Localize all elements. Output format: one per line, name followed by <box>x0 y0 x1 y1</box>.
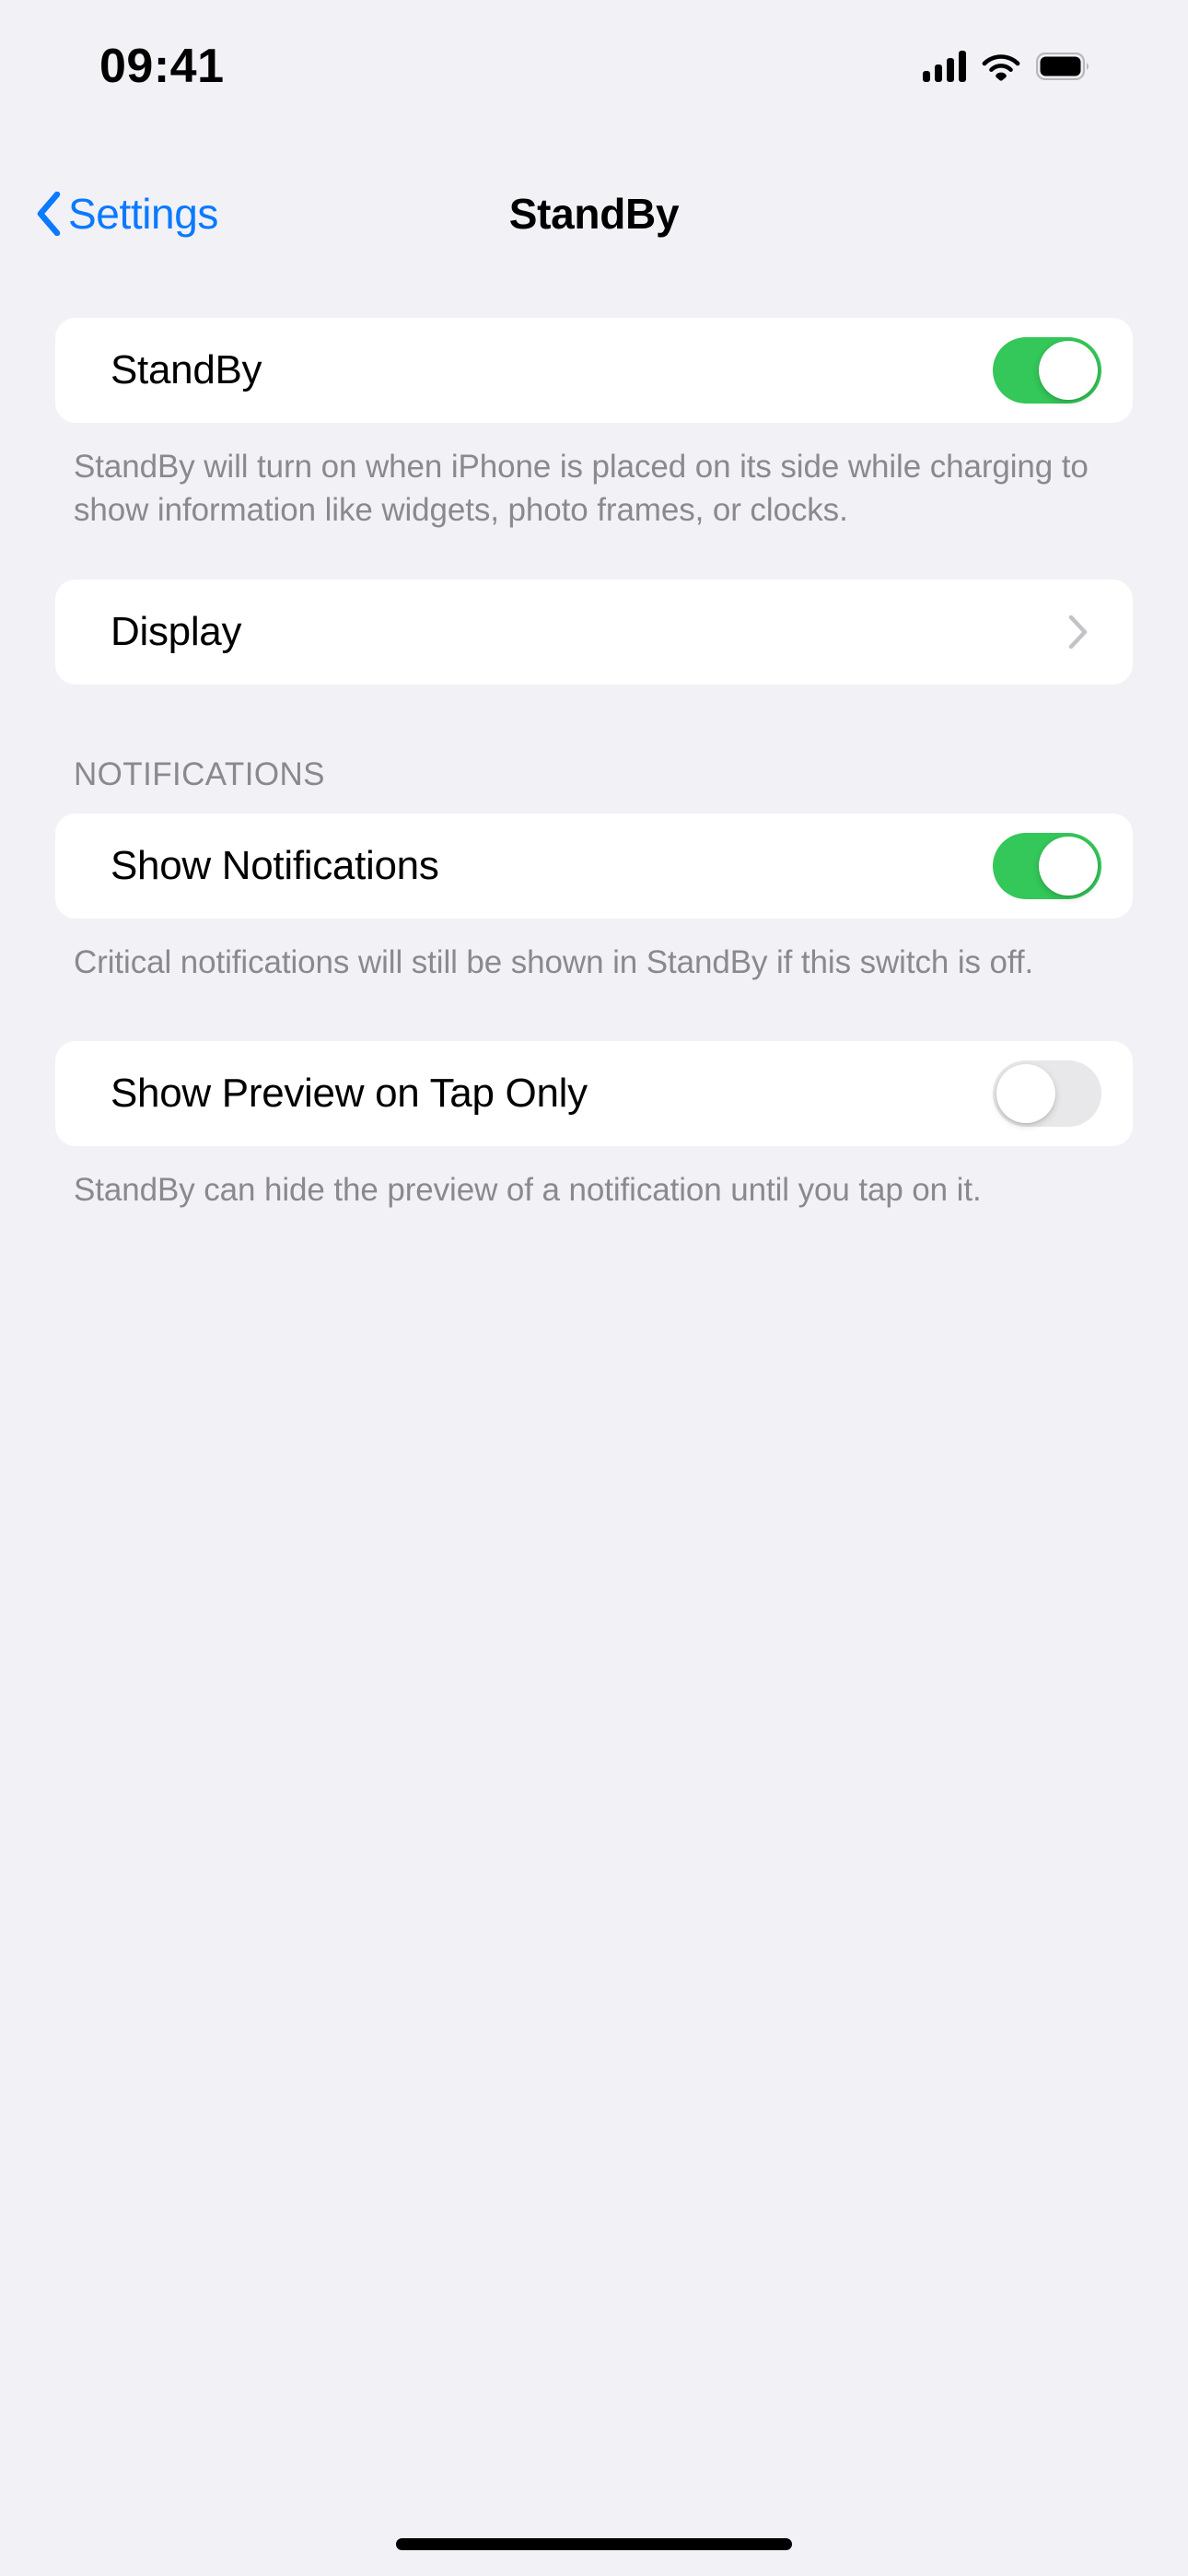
display-row[interactable]: Display <box>55 580 1133 685</box>
chevron-left-icon <box>35 192 63 236</box>
standby-row-label: StandBy <box>111 347 262 392</box>
show-preview-row-label: Show Preview on Tap Only <box>111 1071 588 1116</box>
status-bar-indicators <box>923 51 1091 82</box>
notifications-section-header: NOTIFICATIONS <box>74 756 325 792</box>
settings-list: StandBy StandBy will turn on when iPhone… <box>0 318 1188 1212</box>
show-preview-card: Show Preview on Tap Only <box>55 1041 1133 1146</box>
standby-row[interactable]: StandBy <box>55 318 1133 423</box>
show-notifications-footer-text: Critical notifications will still be sho… <box>74 944 1034 980</box>
wifi-icon <box>982 52 1020 81</box>
show-preview-footer-text: StandBy can hide the preview of a notifi… <box>74 1172 982 1208</box>
status-bar: 09:41 <box>0 0 1188 120</box>
standby-card: StandBy <box>55 318 1133 423</box>
chevron-right-icon <box>1068 615 1101 650</box>
cellular-signal-icon <box>923 51 966 82</box>
show-notifications-toggle[interactable] <box>993 833 1101 899</box>
back-button[interactable]: Settings <box>35 162 218 265</box>
show-preview-toggle[interactable] <box>993 1060 1101 1127</box>
standby-toggle[interactable] <box>993 337 1101 404</box>
standby-footer-text: StandBy will turn on when iPhone is plac… <box>74 449 1089 528</box>
back-button-label: Settings <box>68 190 219 238</box>
iphone-screen: 09:41 StandBy Settings StandBy StandBy w… <box>0 0 1188 2576</box>
show-preview-row[interactable]: Show Preview on Tap Only <box>55 1041 1133 1146</box>
navigation-bar: StandBy Settings <box>0 162 1188 265</box>
show-notifications-card: Show Notifications <box>55 814 1133 919</box>
show-notifications-row[interactable]: Show Notifications <box>55 814 1133 919</box>
home-indicator[interactable] <box>396 2538 792 2550</box>
battery-full-icon <box>1036 53 1091 80</box>
toggle-knob <box>996 1064 1055 1123</box>
show-notifications-row-label: Show Notifications <box>111 843 439 888</box>
display-row-label: Display <box>111 609 242 654</box>
display-card: Display <box>55 580 1133 685</box>
toggle-knob <box>1039 341 1098 400</box>
toggle-knob <box>1039 837 1098 896</box>
status-bar-time: 09:41 <box>99 40 225 93</box>
